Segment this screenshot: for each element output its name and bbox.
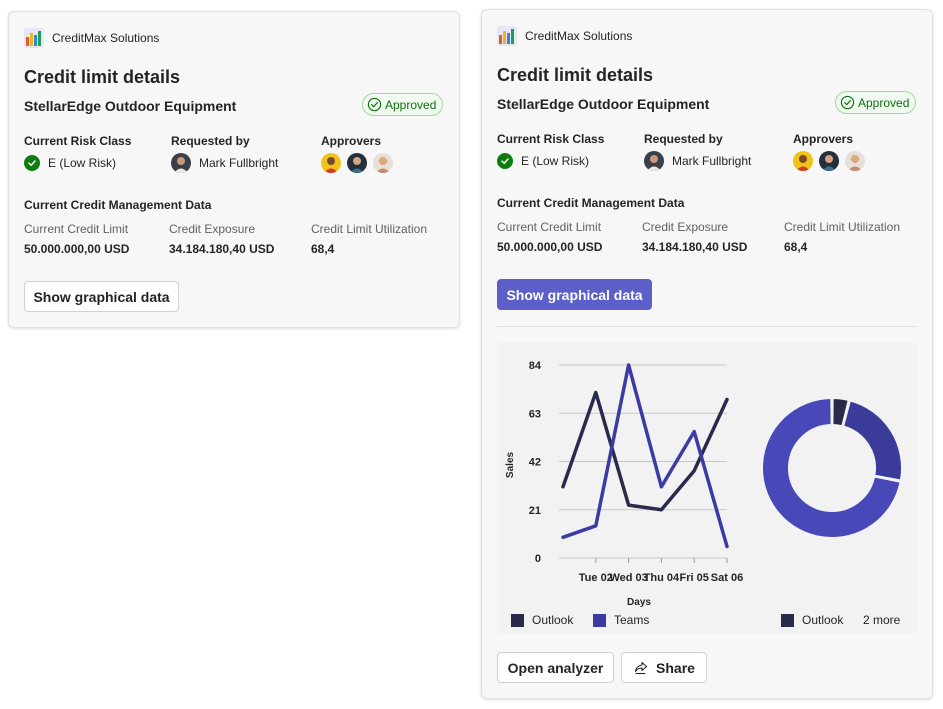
credit-card-expanded: CreditMax Solutions Credit limit details… — [481, 9, 933, 699]
show-graphical-button[interactable]: Show graphical data — [497, 279, 652, 310]
app-header: CreditMax Solutions — [24, 28, 159, 48]
y-axis-label: Sales — [505, 451, 516, 478]
show-graphical-button[interactable]: Show graphical data — [24, 281, 179, 312]
x-tick-label: Wed 03 — [609, 572, 647, 584]
requested-by-value[interactable]: Mark Fullbright — [644, 151, 751, 171]
credit-exposure-label: Credit Exposure — [642, 220, 729, 234]
utilization-label: Credit Limit Utilization — [784, 220, 901, 234]
avatar[interactable] — [347, 153, 367, 173]
share-icon — [634, 661, 648, 674]
legend-swatch — [593, 613, 606, 627]
risk-class-value: E (Low Risk) — [497, 153, 589, 169]
credit-exposure-label: Credit Exposure — [169, 222, 256, 236]
credit-limit-label: Current Credit Limit — [497, 220, 602, 234]
approvers-header: Approvers — [793, 132, 854, 146]
donut-chart — [762, 396, 903, 539]
legend-label: Outlook — [532, 613, 574, 627]
donut-slice-1[interactable] — [841, 399, 903, 482]
credit-limit-value: 50.000.000,00 USD — [24, 242, 130, 256]
management-header: Current Credit Management Data — [497, 196, 685, 210]
legend-item-teams[interactable]: Teams — [593, 613, 649, 627]
legend-label: Outlook — [802, 613, 844, 627]
status-label: Approved — [385, 97, 437, 112]
credit-exposure-value: 34.184.180,40 USD — [169, 242, 275, 256]
risk-class-value: E (Low Risk) — [24, 155, 116, 171]
company-name: StellarEdge Outdoor Equipment — [497, 96, 710, 112]
risk-class-text: E (Low Risk) — [521, 154, 590, 168]
avatar[interactable] — [845, 151, 865, 171]
app-name: CreditMax Solutions — [525, 29, 633, 43]
credit-limit-label: Current Credit Limit — [24, 222, 129, 236]
checkmark-icon — [24, 155, 40, 171]
avatar[interactable] — [819, 151, 839, 171]
risk-class-header: Current Risk Class — [497, 132, 605, 146]
utilization-label: Credit Limit Utilization — [311, 222, 428, 236]
status-label: Approved — [858, 95, 910, 110]
requester-name: Mark Fullbright — [672, 154, 752, 168]
legend-swatch — [781, 613, 794, 627]
utilization-value: 68,4 — [311, 242, 335, 256]
requester-name: Mark Fullbright — [199, 156, 279, 170]
requested-by-header: Requested by — [171, 134, 250, 148]
credit-exposure-value: 34.184.180,40 USD — [642, 240, 748, 254]
series-line-teams[interactable] — [561, 363, 729, 549]
series-line-outlook[interactable] — [561, 390, 729, 512]
legend-more-link[interactable]: 2 more — [863, 613, 900, 627]
x-tick-label: Tue 02 — [579, 572, 613, 584]
y-tick-label: 42 — [529, 457, 541, 469]
legend-item-outlook-donut[interactable]: Outlook — [781, 613, 843, 627]
bar-chart-logo-icon — [24, 28, 44, 48]
avatar[interactable] — [171, 153, 191, 173]
app-name: CreditMax Solutions — [52, 31, 160, 45]
utilization-value: 68,4 — [784, 240, 808, 254]
share-button[interactable]: Share — [621, 652, 707, 683]
status-badge: Approved — [835, 91, 917, 114]
bar-chart-logo-icon — [497, 26, 517, 46]
avatar[interactable] — [644, 151, 664, 171]
status-badge: Approved — [362, 93, 444, 116]
open-analyzer-button[interactable]: Open analyzer — [497, 652, 614, 683]
share-label: Share — [656, 659, 695, 676]
x-tick-label: Thu 04 — [644, 572, 680, 584]
x-tick-label: Sat 06 — [711, 572, 743, 584]
x-tick-label: Fri 05 — [680, 572, 709, 584]
requested-by-value[interactable]: Mark Fullbright — [171, 153, 278, 173]
legend-item-outlook[interactable]: Outlook — [511, 613, 573, 627]
y-tick-label: 0 — [535, 553, 541, 565]
y-tick-label: 21 — [529, 505, 541, 517]
x-axis-label: Days — [627, 597, 651, 608]
management-header: Current Credit Management Data — [24, 198, 212, 212]
card-title: Credit limit details — [497, 65, 654, 85]
credit-limit-value: 50.000.000,00 USD — [497, 240, 603, 254]
avatar[interactable] — [373, 153, 393, 173]
credit-card-collapsed: CreditMax Solutions Credit limit details… — [8, 11, 460, 328]
approvers-header: Approvers — [321, 134, 382, 148]
company-name: StellarEdge Outdoor Equipment — [24, 98, 237, 114]
app-header: CreditMax Solutions — [497, 26, 632, 46]
legend-swatch — [511, 613, 524, 627]
avatar[interactable] — [793, 151, 813, 171]
line-chart: 0 21 42 63 84 Tue 02Wed 03Thu 04 Fri 05 Sat 06 D… — [505, 360, 743, 608]
checkmark-icon — [497, 153, 513, 169]
check-circle-icon — [840, 95, 855, 110]
risk-class-text: E (Low Risk) — [48, 156, 117, 170]
y-tick-label: 84 — [529, 360, 542, 372]
y-tick-label: 63 — [529, 408, 541, 420]
legend-label: Teams — [614, 613, 650, 627]
divider — [497, 326, 917, 327]
avatar[interactable] — [321, 153, 341, 173]
requested-by-header: Requested by — [644, 132, 723, 146]
approvers-avatars — [321, 153, 393, 173]
check-circle-icon — [367, 97, 382, 112]
card-title: Credit limit details — [24, 67, 181, 87]
approvers-avatars — [793, 151, 865, 171]
risk-class-header: Current Risk Class — [24, 134, 132, 148]
chart-area: 0 21 42 63 84 Tue 02 Wed 03 Thu 04 Fri 05 Sat 06 D… — [497, 343, 917, 633]
